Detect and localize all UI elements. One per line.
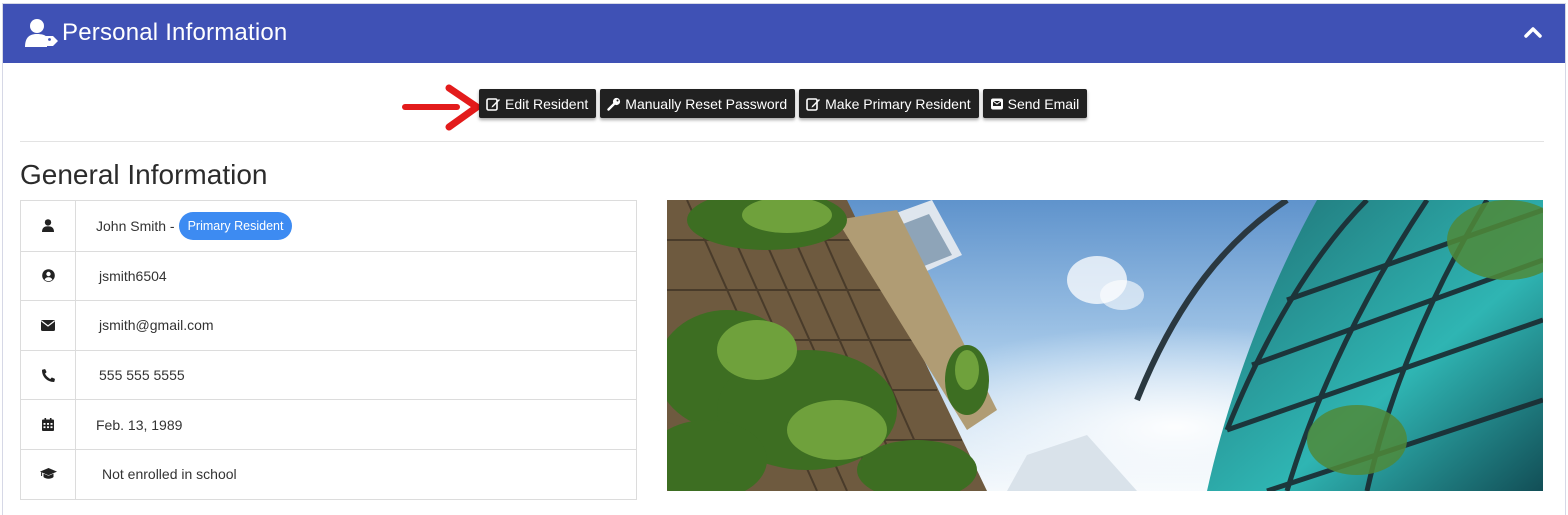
primary-resident-badge: Primary Resident (178, 211, 293, 240)
make-primary-label: Make Primary Resident (825, 95, 971, 112)
edit-resident-button[interactable]: Edit Resident (479, 89, 597, 118)
user-icon (42, 219, 54, 233)
general-info-table: John Smith - Primary Resident jsmith6504… (20, 200, 637, 500)
phone-row: 555 555 5555 (21, 349, 636, 400)
phone-icon (41, 368, 55, 382)
calendar-icon (42, 418, 54, 432)
phone-value: 555 555 5555 (99, 367, 185, 384)
birthdate-value: Feb. 13, 1989 (96, 416, 183, 433)
name-row: John Smith - Primary Resident (21, 201, 636, 251)
action-toolbar: Edit Resident Manually Reset Password Ma… (479, 89, 1088, 118)
user-circle-icon (41, 269, 55, 283)
envelope-icon (41, 319, 55, 331)
panel-header[interactable]: Personal Information (3, 4, 1565, 63)
edit-icon (486, 97, 500, 111)
chevron-up-icon[interactable] (1523, 22, 1543, 42)
username-value: jsmith6504 (99, 267, 167, 284)
make-primary-resident-button[interactable]: Make Primary Resident (799, 89, 979, 118)
user-tag-icon (25, 19, 58, 47)
reset-password-button[interactable]: Manually Reset Password (600, 89, 796, 118)
school-value: Not enrolled in school (102, 466, 237, 483)
birthdate-row: Feb. 13, 1989 (21, 399, 636, 449)
panel-title: Personal Information (62, 19, 288, 46)
username-row: jsmith6504 (21, 250, 636, 301)
email-row: jsmith@gmail.com (21, 300, 636, 350)
red-arrow-annotation (402, 84, 481, 131)
email-value: jsmith@gmail.com (99, 317, 214, 334)
divider (20, 141, 1544, 142)
send-email-button[interactable]: Send Email (982, 89, 1088, 118)
building-photo (667, 200, 1543, 491)
school-row: Not enrolled in school (21, 448, 636, 499)
reset-password-label: Manually Reset Password (625, 95, 788, 112)
send-email-label: Send Email (1007, 95, 1080, 112)
edit-icon (806, 97, 821, 111)
graduation-cap-icon (39, 468, 57, 479)
key-icon (607, 97, 621, 111)
edit-resident-label: Edit Resident (505, 95, 589, 112)
section-title: General Information (20, 159, 268, 190)
resident-name: John Smith - (96, 217, 175, 234)
email-icon (990, 98, 1003, 109)
